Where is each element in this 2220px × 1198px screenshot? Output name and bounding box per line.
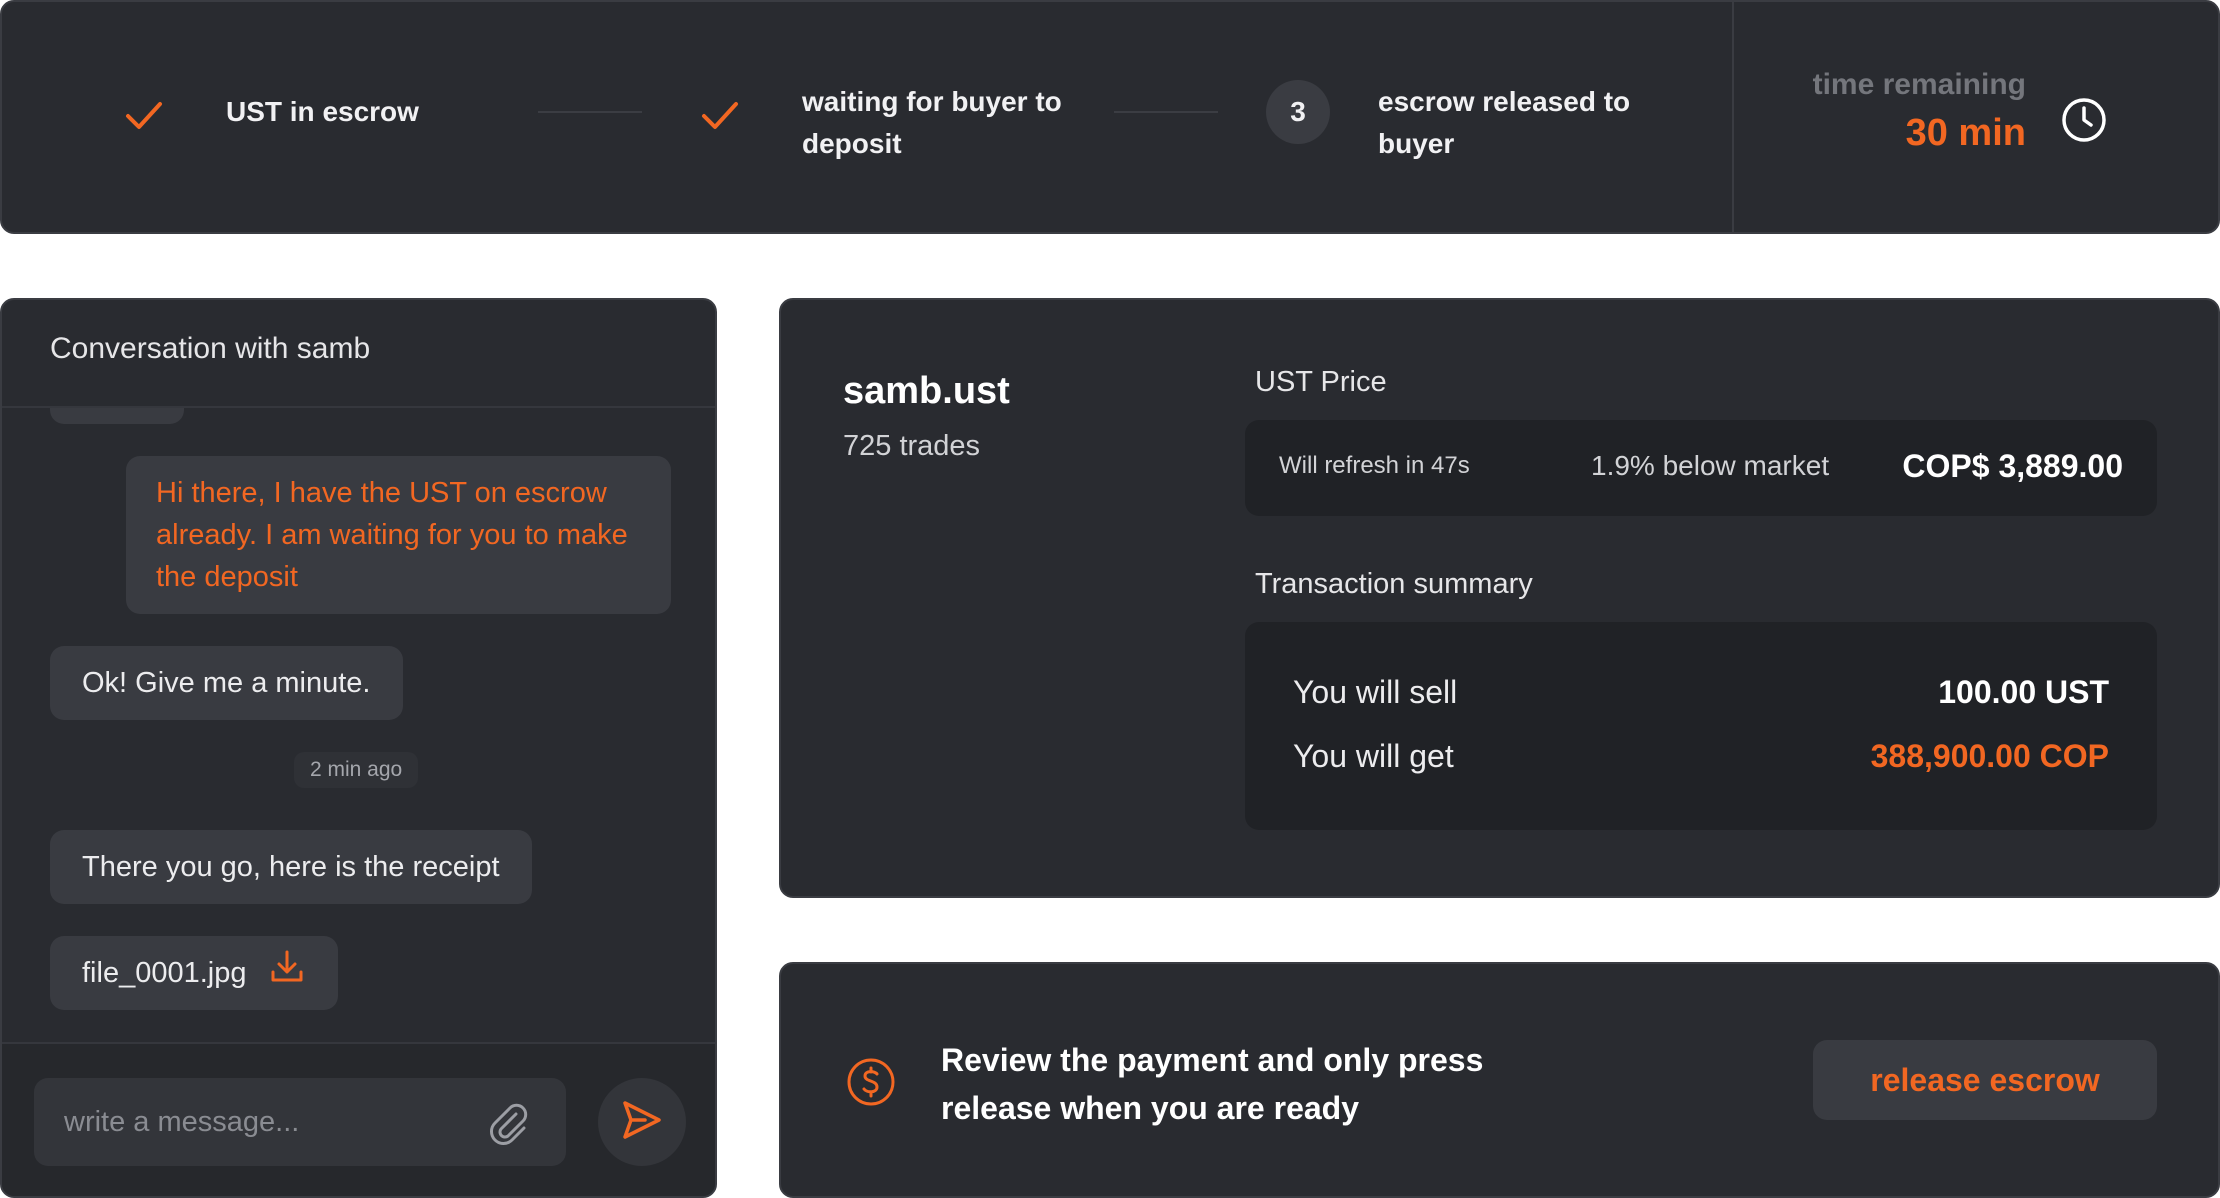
seller-name: samb.ust [843, 370, 1010, 412]
clock-icon [2060, 96, 2108, 149]
time-remaining-value: 30 min [1905, 112, 2026, 154]
ust-price-value: COP$ 3,889.00 [1902, 448, 2123, 484]
attachment-filename: file_0001.jpg [82, 957, 247, 989]
get-amount: 388,900.00 COP [1870, 738, 2109, 774]
seller-trade-count: 725 trades [843, 430, 981, 462]
download-icon[interactable] [268, 948, 306, 998]
sell-label: You will sell [1293, 674, 1458, 710]
chat-title: Conversation with samb [2, 300, 715, 408]
chat-panel: Conversation with samb Hi there, I have … [0, 298, 717, 1198]
step-number-badge: 3 [1266, 80, 1330, 144]
summary-section-label: Transaction summary [1255, 568, 1533, 600]
chat-composer [2, 1042, 715, 1196]
message-timestamp: 2 min ago [294, 752, 419, 788]
release-panel: Review the payment and only press releas… [779, 962, 2220, 1198]
transaction-summary-box: You will sell 100.00 UST You will get 38… [1245, 622, 2157, 830]
trade-details-panel: samb.ust 725 trades UST Price Will refre… [779, 298, 2220, 898]
dollar-circle-icon [845, 1056, 897, 1113]
step-connector [1114, 111, 1218, 113]
time-remaining-label: time remaining [1812, 68, 2026, 101]
step-connector [538, 111, 642, 113]
refresh-countdown: Will refresh in 47s [1279, 452, 1470, 479]
trade-progress-bar: UST in escrow waiting for buyer to depos… [0, 0, 2220, 234]
divider [1732, 2, 1734, 232]
price-box: Will refresh in 47s 1.9% below market CO… [1245, 420, 2157, 516]
price-section-label: UST Price [1255, 366, 1387, 398]
market-comparison: 1.9% below market [1591, 450, 1830, 481]
message-bubble-partial [50, 408, 184, 424]
step-label: UST in escrow [226, 96, 419, 127]
message-bubble: Ok! Give me a minute. [50, 646, 403, 720]
send-button[interactable] [598, 1078, 686, 1166]
release-escrow-button[interactable]: release escrow [1813, 1040, 2157, 1120]
sell-amount: 100.00 UST [1938, 674, 2109, 710]
send-icon [619, 1097, 665, 1148]
step-label: waiting for buyer to deposit [802, 86, 1062, 159]
own-message-bubble: Hi there, I have the UST on escrow alrea… [126, 456, 671, 614]
step-waiting-deposit [700, 98, 740, 134]
attachment-bubble[interactable]: file_0001.jpg [50, 936, 339, 1010]
paperclip-icon[interactable] [486, 1100, 532, 1151]
check-icon [124, 98, 164, 134]
check-icon [700, 98, 740, 134]
step-ust-in-escrow [124, 98, 164, 134]
message-bubble: There you go, here is the receipt [50, 830, 532, 904]
step-label: escrow released to buyer [1378, 86, 1631, 159]
get-label: You will get [1293, 738, 1454, 774]
release-instructions: Review the payment and only press releas… [941, 1042, 1484, 1126]
